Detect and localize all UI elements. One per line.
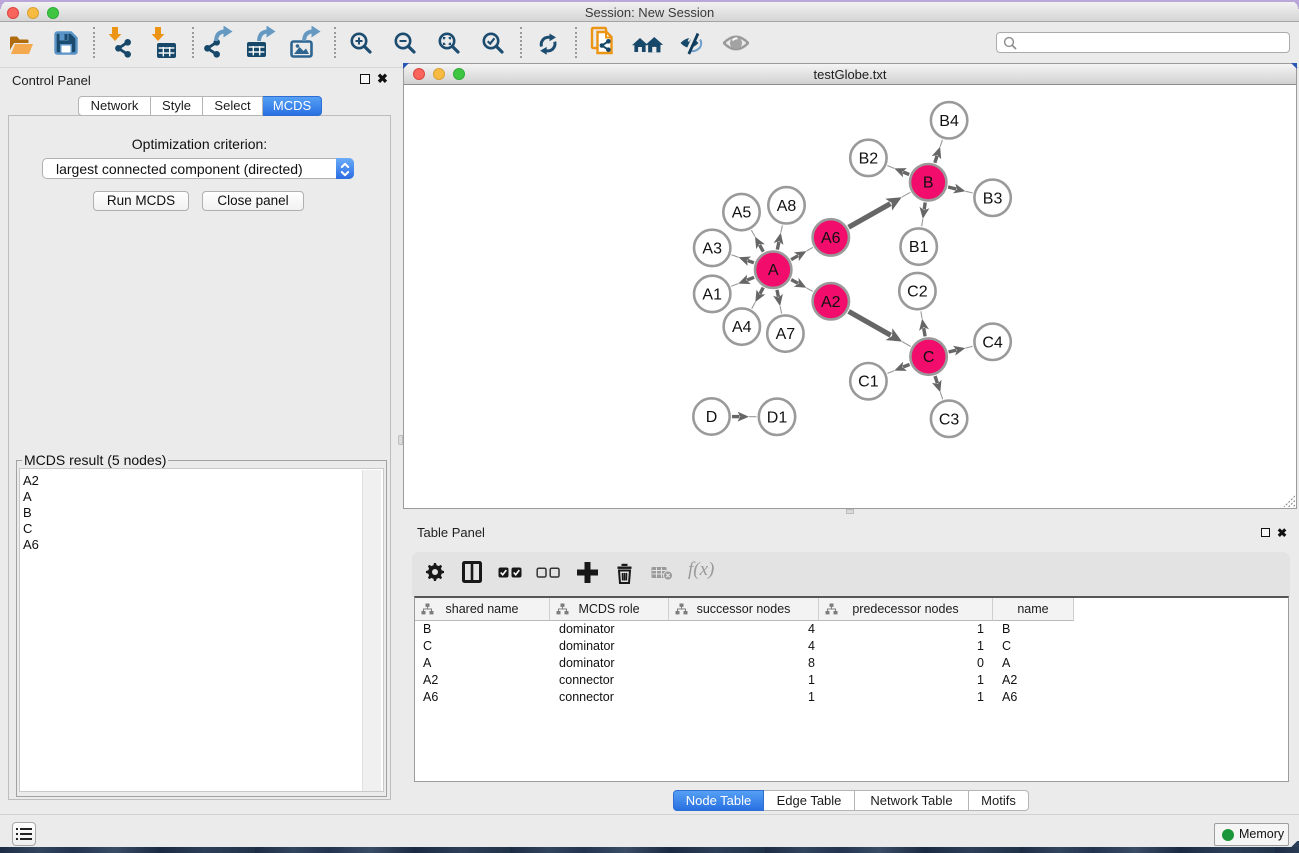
- svg-text:C: C: [923, 349, 935, 366]
- svg-text:B4: B4: [939, 113, 959, 130]
- svg-text:A7: A7: [776, 326, 796, 343]
- svg-text:A2: A2: [821, 294, 841, 311]
- svg-text:A6: A6: [821, 230, 841, 247]
- svg-text:A1: A1: [702, 286, 722, 303]
- svg-text:B2: B2: [859, 150, 879, 167]
- svg-text:B1: B1: [909, 239, 929, 256]
- svg-text:C4: C4: [982, 334, 1003, 351]
- svg-text:A3: A3: [702, 240, 722, 257]
- svg-text:D: D: [706, 409, 718, 426]
- svg-text:A8: A8: [777, 198, 797, 215]
- svg-text:C3: C3: [939, 411, 960, 428]
- svg-text:A: A: [768, 262, 779, 279]
- svg-text:C1: C1: [858, 374, 879, 391]
- svg-text:B: B: [923, 175, 934, 192]
- svg-text:A4: A4: [732, 319, 752, 336]
- svg-text:D1: D1: [767, 409, 788, 426]
- svg-text:B3: B3: [983, 190, 1003, 207]
- svg-text:C2: C2: [907, 284, 928, 301]
- svg-text:A5: A5: [732, 205, 752, 222]
